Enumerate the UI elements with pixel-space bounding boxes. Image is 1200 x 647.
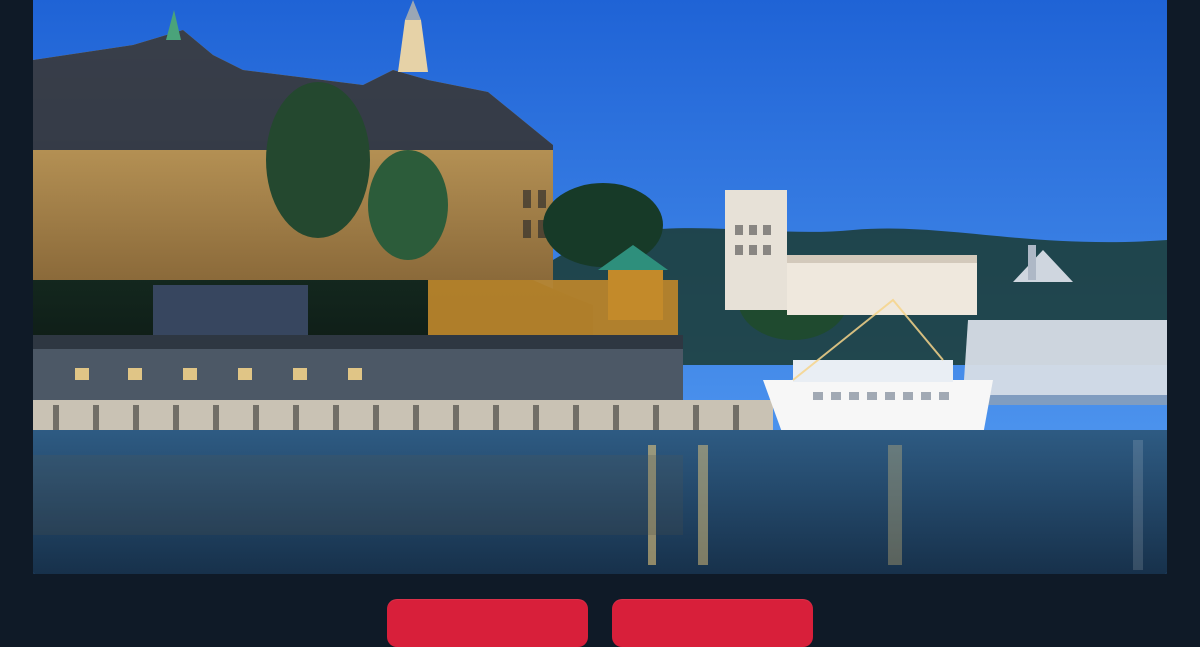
harbor-photo xyxy=(33,0,1167,574)
primary-action-button[interactable] xyxy=(387,599,588,647)
pier xyxy=(33,335,773,435)
secondary-action-button[interactable] xyxy=(612,599,813,647)
hero-image xyxy=(33,0,1167,574)
bottom-actions xyxy=(0,599,1200,647)
harbor-illustration xyxy=(33,0,1167,574)
